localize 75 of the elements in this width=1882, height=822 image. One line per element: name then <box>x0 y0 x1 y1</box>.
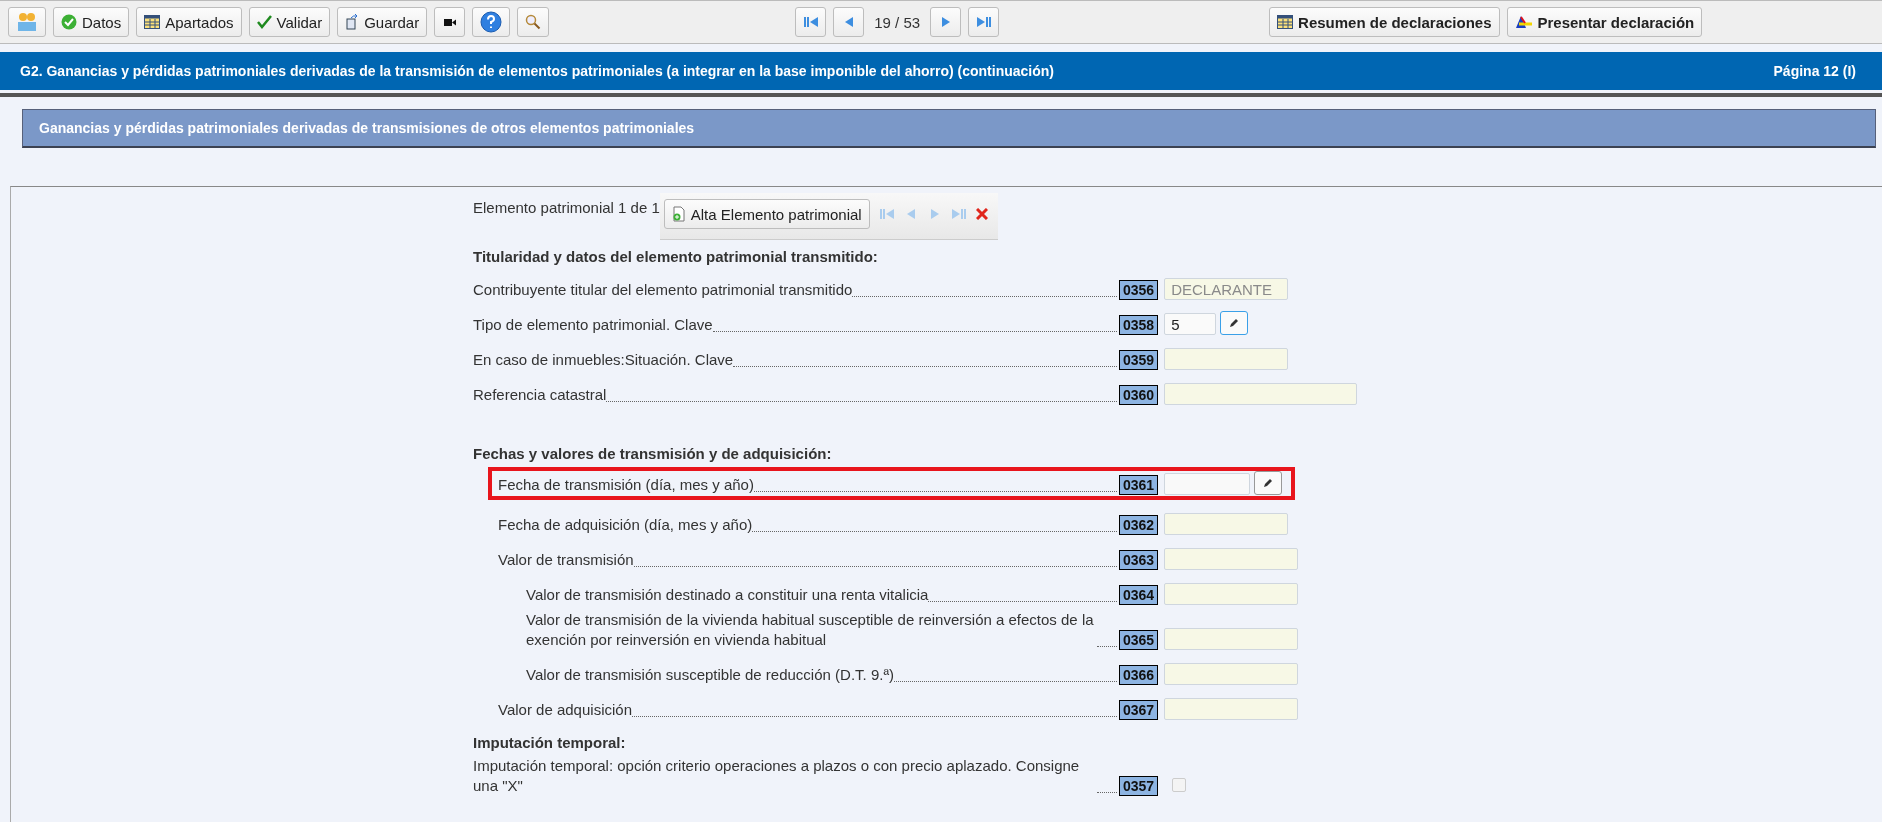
input-field[interactable] <box>1164 628 1299 650</box>
input-field[interactable] <box>1164 663 1299 685</box>
field-code: 0359 <box>1119 350 1159 370</box>
field-code: 0365 <box>1119 630 1159 650</box>
field-code: 0363 <box>1119 550 1159 570</box>
close-icon[interactable] <box>975 208 988 220</box>
skip-forward-icon <box>951 208 966 220</box>
next-page-button[interactable] <box>930 7 962 37</box>
input-field[interactable] <box>1164 583 1299 605</box>
skip-back-icon <box>803 16 818 28</box>
input-field[interactable] <box>1164 548 1299 570</box>
field-label: En caso de inmuebles:Situación. Clave <box>473 350 734 370</box>
field-label: Fecha de transmisión (día, mes y año) <box>498 475 754 495</box>
page-number: Página 12 (I) <box>1773 63 1856 79</box>
search-icon <box>525 14 542 30</box>
table-icon <box>1277 15 1294 29</box>
field-code: 0367 <box>1119 700 1159 720</box>
field-label: Valor de transmisión destinado a constituir una renta vitalicia <box>526 585 929 605</box>
element-counter: Elemento patrimonial 1 de 1 <box>473 199 660 216</box>
add-element-button[interactable]: Alta Elemento patrimonial <box>663 199 870 229</box>
skip-forward-icon <box>976 16 991 28</box>
edit-button[interactable] <box>1254 471 1283 495</box>
field-code: 0360 <box>1119 385 1159 405</box>
previous-page-button[interactable] <box>833 7 865 37</box>
toolbar-button[interactable]: Validar <box>248 7 331 37</box>
toolbar-button[interactable]: Presentar declaración <box>1506 7 1703 37</box>
check-circle-icon <box>61 14 77 30</box>
document-arrow-icon <box>345 14 360 30</box>
input-field[interactable] <box>1164 698 1299 720</box>
section-title: G2. Ganancias y pérdidas patrimoniales derivadas de la transmisión de elementos patrimoniales (a integrar en la base imponible del ahorro) (continuación) <box>20 63 1054 79</box>
field-label: Fecha de adquisición (día, mes y año) <box>498 515 753 535</box>
subsection-title: Ganancias y pérdidas patrimoniales derivadas de transmisiones de otros elementos patrimoniales <box>39 120 695 136</box>
field-code: 0358 <box>1119 315 1159 335</box>
document-plus-icon <box>671 206 686 222</box>
table-icon <box>144 15 161 29</box>
toolbar-button[interactable] <box>434 7 466 37</box>
skip-back-icon <box>879 208 894 220</box>
field-code: 0357 <box>1119 776 1159 796</box>
toolbar-button[interactable]: Apartados <box>136 7 242 37</box>
checkbox[interactable] <box>1172 778 1187 792</box>
first-page-button[interactable] <box>795 7 827 37</box>
field-code: 0356 <box>1119 280 1159 300</box>
field-label: Valor de transmisión susceptible de reducción (D.T. 9.ª) <box>526 665 894 685</box>
video-camera-icon <box>443 17 456 27</box>
field-code: 0366 <box>1119 665 1159 685</box>
field-label: Referencia catastral <box>473 385 607 405</box>
pencil-icon <box>1228 317 1241 329</box>
section-heading: Titularidad y datos del elemento patrimonial transmitido: <box>473 248 879 265</box>
check-icon <box>256 15 272 29</box>
logo-icon <box>1514 15 1533 29</box>
people-icon <box>16 11 38 33</box>
field-code: 0362 <box>1119 515 1159 535</box>
input-field[interactable]: 5 <box>1164 313 1217 335</box>
section-heading: Fechas y valores de transmisión y de adquisición: <box>473 445 833 462</box>
field-code: 0361 <box>1119 475 1159 495</box>
section-heading: Imputación temporal: <box>473 734 627 751</box>
input-field[interactable] <box>1164 348 1289 370</box>
last-page-button[interactable] <box>968 7 1000 37</box>
field-label: Tipo de elemento patrimonial. Clave <box>473 315 713 335</box>
help-icon <box>480 11 503 33</box>
toolbar-button[interactable]: Resumen de declaraciones <box>1269 7 1500 37</box>
toolbar-button[interactable]: Guardar <box>337 7 428 37</box>
toolbar-button[interactable]: Datos <box>53 7 130 37</box>
field-label: Imputación temporal: opción criterio operaciones a plazos o con precio aplazado. Consigne una "X" <box>473 756 1081 796</box>
pencil-icon <box>1262 477 1275 489</box>
field-label: Valor de adquisición <box>498 700 632 720</box>
page-counter: 19 / 53 <box>873 13 922 31</box>
field-label: Contribuyente titular del elemento patrimonial transmitido <box>473 280 853 300</box>
input-field[interactable] <box>1164 473 1251 495</box>
input-field[interactable] <box>1164 383 1357 405</box>
input-field[interactable] <box>1164 513 1289 535</box>
field-label: Valor de transmisión <box>498 550 634 570</box>
field-code: 0364 <box>1119 585 1159 605</box>
field-label: Valor de transmisión de la vivienda habitual susceptible de reinversión a efectos de la exención por reinversión en vivienda habitual <box>526 610 1095 650</box>
edit-button[interactable] <box>1220 311 1249 335</box>
